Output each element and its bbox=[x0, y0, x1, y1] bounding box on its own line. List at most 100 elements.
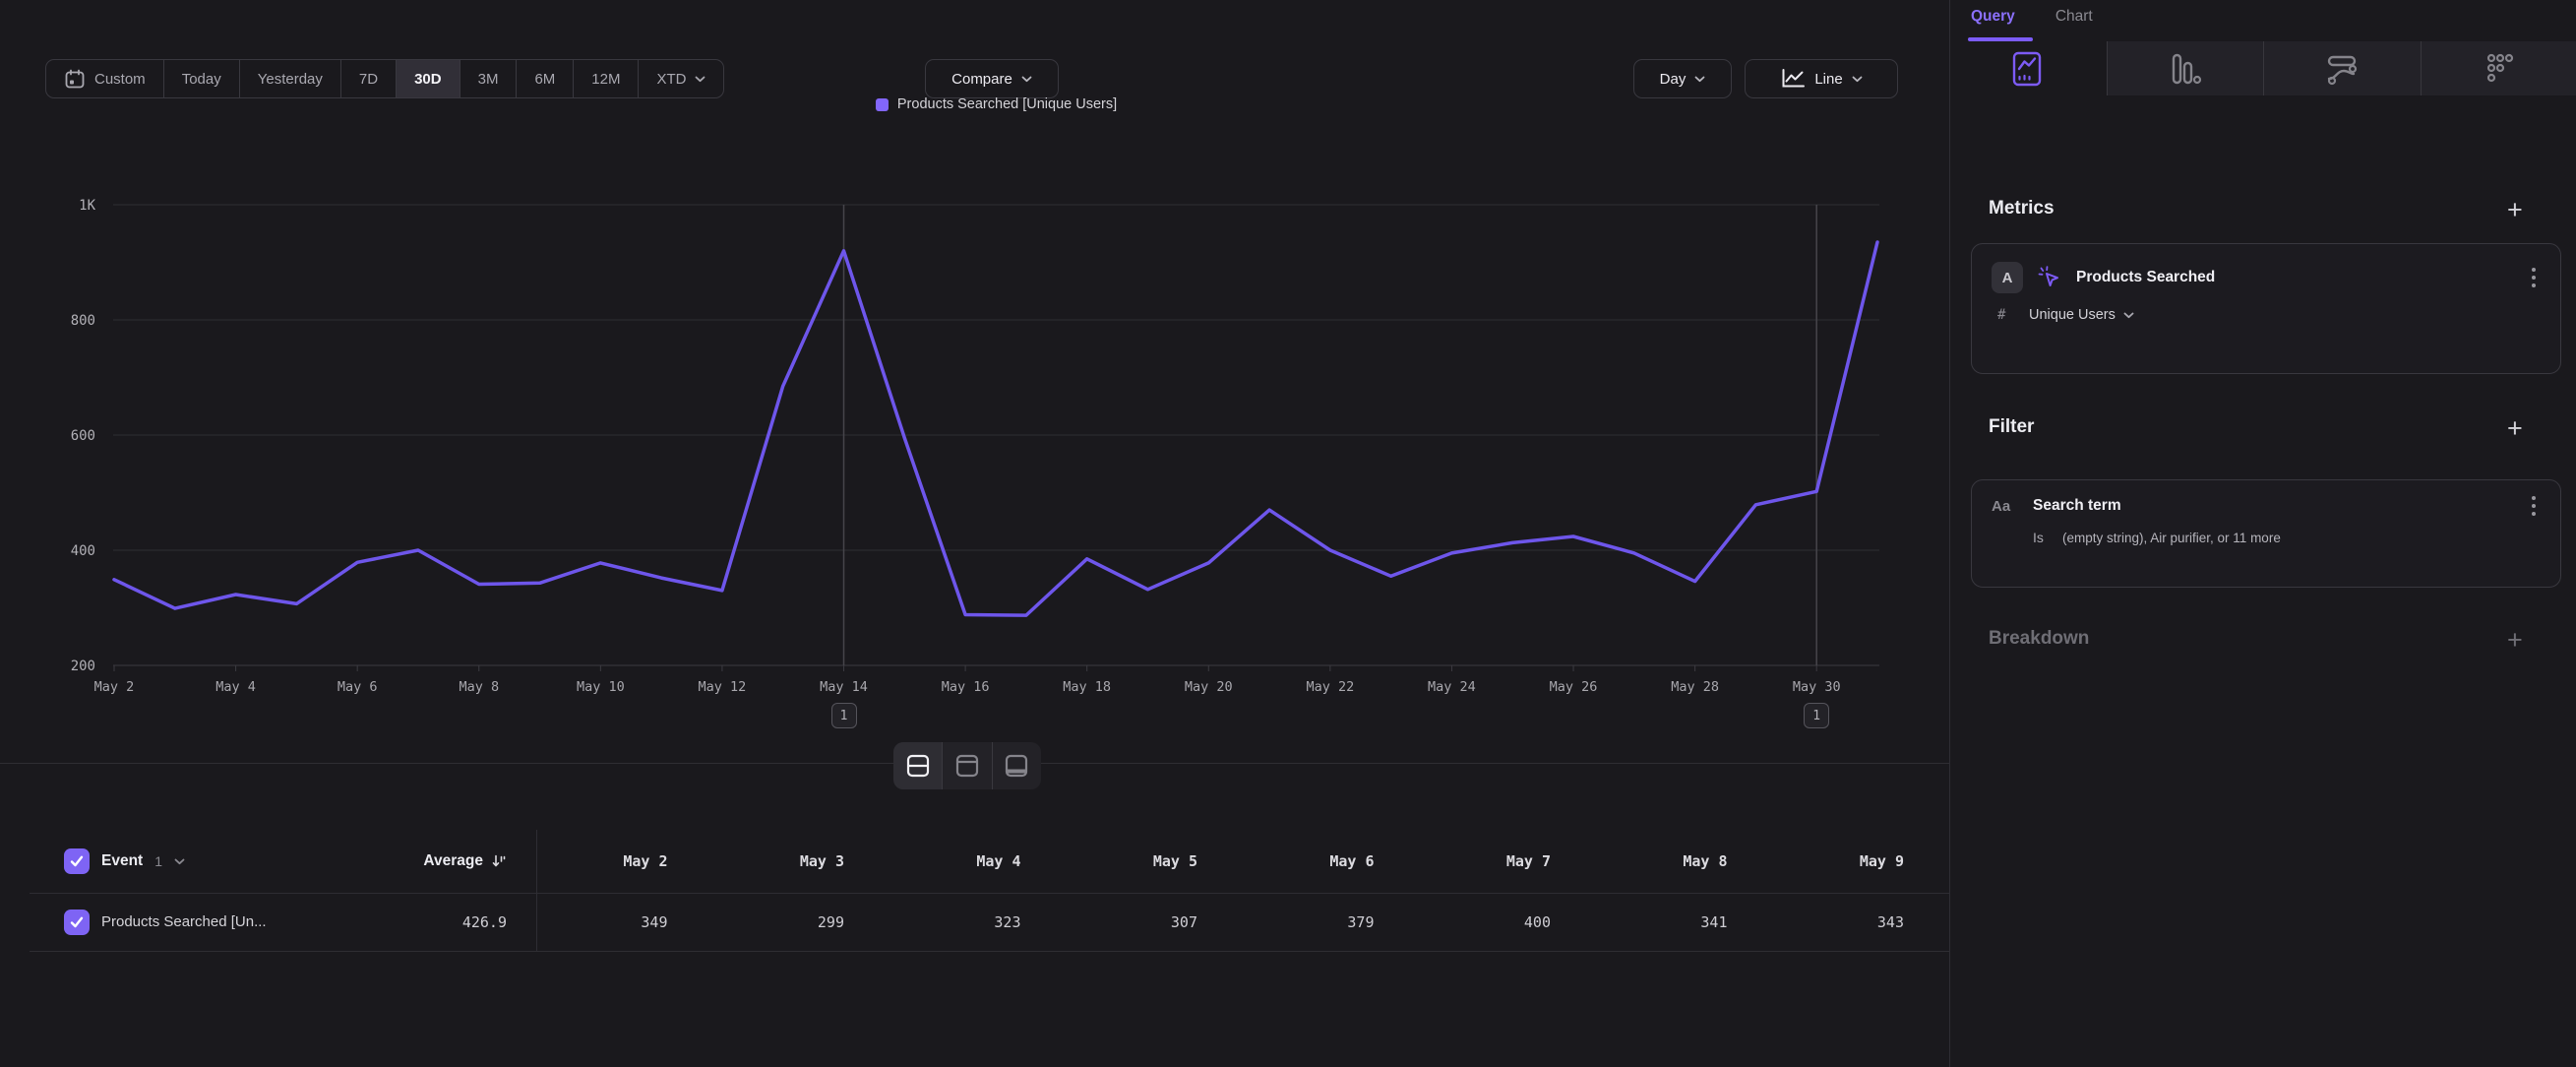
value-cell: 349 bbox=[536, 893, 713, 951]
property-type-badge: Aa bbox=[1992, 498, 2019, 515]
chart-type-tab-strip bbox=[1950, 41, 2576, 95]
compare-button[interactable]: Compare bbox=[925, 59, 1059, 98]
chart-type-label: Line bbox=[1814, 71, 1842, 88]
line-chart[interactable]: 1K800600400200May 2May 4May 6May 8May 10… bbox=[0, 187, 1949, 738]
range-button-7d[interactable]: 7D bbox=[341, 60, 397, 97]
aggregation-prefix: # bbox=[1997, 307, 2015, 323]
svg-text:May 10: May 10 bbox=[577, 679, 625, 695]
svg-text:May 20: May 20 bbox=[1185, 679, 1233, 695]
svg-text:May 22: May 22 bbox=[1306, 679, 1354, 695]
svg-text:May 30: May 30 bbox=[1793, 679, 1841, 695]
range-label: 3M bbox=[478, 71, 499, 88]
svg-text:600: 600 bbox=[71, 428, 95, 444]
range-button-yesterday[interactable]: Yesterday bbox=[240, 60, 341, 97]
chart-only-view-icon bbox=[955, 754, 979, 778]
chevron-down-icon bbox=[2123, 312, 2134, 319]
range-label: XTD bbox=[656, 71, 686, 88]
table-only-view-button[interactable] bbox=[993, 742, 1041, 789]
range-label: Custom bbox=[94, 71, 146, 88]
range-label: 30D bbox=[414, 71, 442, 88]
legend-swatch bbox=[876, 98, 889, 111]
granularity-dropdown[interactable]: Day bbox=[1633, 59, 1732, 98]
breakdown-heading: Breakdown bbox=[1989, 628, 2089, 650]
range-button-3m[interactable]: 3M bbox=[460, 60, 518, 97]
svg-text:May 14: May 14 bbox=[820, 679, 868, 695]
select-all-checkbox[interactable] bbox=[64, 848, 90, 874]
add-breakdown-button[interactable]: + bbox=[2507, 627, 2523, 654]
chevron-down-icon[interactable] bbox=[174, 858, 185, 865]
range-button-30d[interactable]: 30D bbox=[397, 60, 460, 97]
split-view-button[interactable] bbox=[893, 742, 943, 789]
check-icon bbox=[70, 855, 84, 867]
granularity-label: Day bbox=[1660, 71, 1687, 88]
bar-chart-icon bbox=[2167, 50, 2204, 88]
chart-only-view-button[interactable] bbox=[943, 742, 992, 789]
svg-text:400: 400 bbox=[71, 543, 95, 559]
range-button-today[interactable]: Today bbox=[164, 60, 240, 97]
tab-query[interactable]: Query bbox=[1971, 8, 2015, 26]
svg-text:May 28: May 28 bbox=[1671, 679, 1719, 695]
svg-text:May 4: May 4 bbox=[215, 679, 256, 695]
date-column-header[interactable]: May 4 bbox=[889, 830, 1067, 893]
layout-switcher bbox=[893, 742, 1041, 789]
date-column-header[interactable]: May 9 bbox=[1773, 830, 1950, 893]
check-icon bbox=[70, 916, 84, 928]
value-cell: 341 bbox=[1596, 893, 1773, 951]
annotation-badge[interactable]: 1 bbox=[831, 703, 857, 728]
flow-chart-tab[interactable] bbox=[2264, 41, 2422, 95]
svg-text:May 2: May 2 bbox=[94, 679, 135, 695]
svg-text:200: 200 bbox=[71, 659, 95, 674]
filter-kebab-menu[interactable] bbox=[2525, 496, 2543, 516]
value-cell: 299 bbox=[713, 893, 890, 951]
date-column-header[interactable]: May 8 bbox=[1596, 830, 1773, 893]
date-column-header[interactable]: May 5 bbox=[1067, 830, 1244, 893]
date-column-header[interactable]: May 2 bbox=[536, 830, 713, 893]
event-pointer-icon bbox=[2037, 265, 2062, 290]
main-area: Custom TodayYesterday7D 30D 3M 6M 12M XTD Comp… bbox=[0, 0, 1949, 1067]
chevron-down-icon bbox=[695, 76, 705, 83]
event-column-label[interactable]: Event bbox=[101, 852, 143, 870]
filter-property-name: Search term bbox=[2033, 497, 2511, 515]
average-column-label[interactable]: Average bbox=[423, 852, 536, 870]
row-checkbox[interactable] bbox=[64, 910, 90, 935]
add-filter-button[interactable]: + bbox=[2507, 415, 2523, 442]
table-only-view-icon bbox=[1005, 754, 1028, 778]
filter-operator[interactable]: Is bbox=[2033, 530, 2053, 545]
filter-value[interactable]: (empty string), Air purifier, or 11 more bbox=[2062, 531, 2281, 545]
value-cell: 307 bbox=[1067, 893, 1244, 951]
event-count: 1 bbox=[154, 853, 162, 869]
filter-heading: Filter bbox=[1989, 416, 2034, 438]
chart-type-dropdown[interactable]: Line bbox=[1745, 59, 1898, 98]
value-cell: 379 bbox=[1243, 893, 1420, 951]
chevron-down-icon bbox=[1852, 76, 1863, 83]
range-button-12m[interactable]: 12M bbox=[574, 60, 639, 97]
chart-legend: Products Searched [Unique Users] bbox=[113, 96, 1879, 112]
metric-kebab-menu[interactable] bbox=[2525, 268, 2543, 287]
date-column-header[interactable]: May 3 bbox=[713, 830, 890, 893]
tab-chart[interactable]: Chart bbox=[2055, 8, 2093, 26]
filter-card[interactable]: Aa Search term Is (empty string), Air pu… bbox=[1971, 479, 2561, 588]
metrics-dots-tab[interactable] bbox=[2422, 41, 2576, 95]
date-column-header[interactable]: May 7 bbox=[1420, 830, 1597, 893]
line-chart-svg: 1K800600400200May 2May 4May 6May 8May 10… bbox=[0, 187, 1949, 738]
range-label: 12M bbox=[591, 71, 620, 88]
svg-text:May 18: May 18 bbox=[1063, 679, 1111, 695]
flow-chart-icon bbox=[2323, 50, 2361, 88]
range-button-6m[interactable]: 6M bbox=[517, 60, 574, 97]
range-button-xtd[interactable]: XTD bbox=[639, 60, 723, 97]
metric-card[interactable]: A Products Searched # Unique Users bbox=[1971, 243, 2561, 374]
svg-text:1K: 1K bbox=[79, 198, 95, 214]
date-column-header[interactable]: May 6 bbox=[1243, 830, 1420, 893]
svg-text:May 8: May 8 bbox=[459, 679, 499, 695]
svg-text:May 6: May 6 bbox=[337, 679, 378, 695]
calendar-icon bbox=[64, 68, 86, 90]
table-date-headers: May 2May 3May 4May 5May 6May 7May 8May 9 bbox=[536, 830, 1949, 893]
annotation-badge[interactable]: 1 bbox=[1804, 703, 1829, 728]
add-metric-button[interactable]: + bbox=[2507, 197, 2523, 223]
svg-text:May 26: May 26 bbox=[1550, 679, 1598, 695]
range-button-custom[interactable]: Custom bbox=[46, 60, 164, 97]
insights-chart-tab[interactable] bbox=[1950, 41, 2108, 95]
bar-chart-tab[interactable] bbox=[2108, 41, 2265, 95]
aggregation-dropdown[interactable]: Unique Users bbox=[2029, 307, 2134, 323]
split-view-icon bbox=[906, 754, 930, 778]
